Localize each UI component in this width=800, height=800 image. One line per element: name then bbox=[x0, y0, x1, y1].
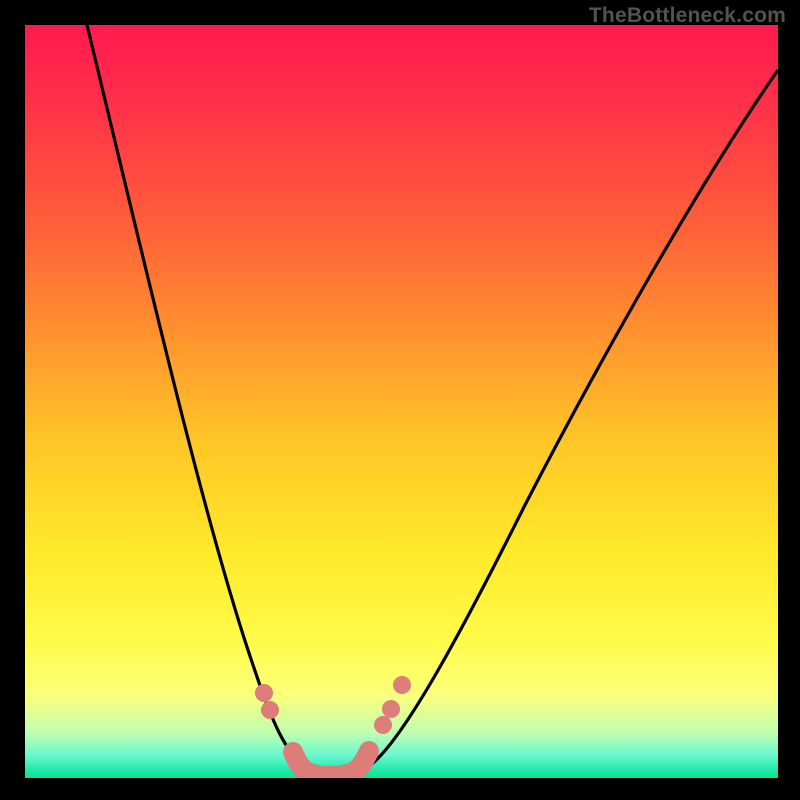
bottleneck-curve bbox=[25, 25, 778, 778]
chart-plot-area bbox=[25, 25, 778, 778]
bottleneck-data-markers bbox=[25, 25, 778, 778]
